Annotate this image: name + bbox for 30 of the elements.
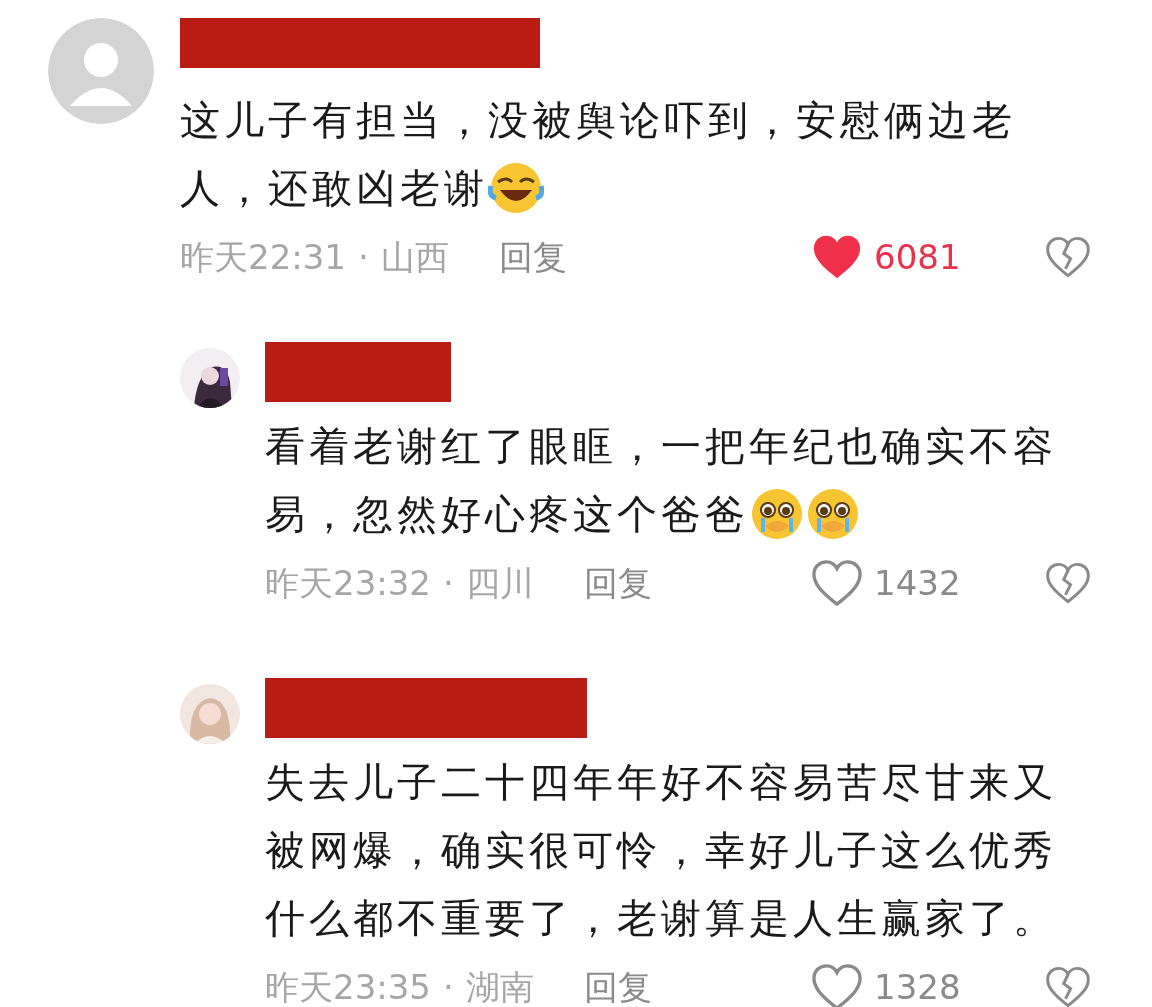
crying-emoji-icon (749, 486, 805, 542)
comment-text-line: 人，还敢凶老谢 (180, 164, 488, 213)
crying-emoji-icon (805, 486, 861, 542)
like-count: 1328 (874, 965, 962, 1007)
location: 山西 (380, 235, 449, 279)
comment-text-line: 这儿子有担当，没被舆论吓到，安慰俩边老 (180, 96, 1016, 145)
heart-icon[interactable] (810, 558, 864, 608)
laughing-emoji-icon (488, 160, 544, 216)
comment-text-line: 易，忽然好心疼这个爸爸 (265, 490, 749, 539)
timestamp: 昨天23:32 (265, 561, 431, 605)
broken-heart-icon[interactable] (1044, 235, 1092, 279)
comment-text-line: 失去儿子二十四年年好不容易苦尽甘来又 (265, 758, 1057, 807)
comment-text-line: 什么都不重要了，老谢算是人生赢家了。 (265, 894, 1057, 943)
like-count: 6081 (874, 235, 962, 279)
location: 湖南 (465, 965, 534, 1007)
comment-text-line: 被网爆，确实很可怜，幸好儿子这么优秀 (265, 826, 1057, 875)
reply-button[interactable]: 回复 (583, 557, 652, 609)
separator-dot: · (443, 965, 454, 1007)
separator-dot: · (443, 561, 454, 605)
broken-heart-icon[interactable] (1044, 561, 1092, 605)
timestamp: 昨天22:31 (180, 235, 346, 279)
location: 四川 (465, 561, 534, 605)
comment-text-line: 看着老谢红了眼眶，一把年纪也确实不容 (265, 422, 1057, 471)
reply-button[interactable]: 回复 (498, 231, 567, 283)
heart-icon[interactable] (810, 962, 864, 1007)
reply-button[interactable]: 回复 (583, 961, 652, 1007)
like-count: 1432 (874, 561, 962, 605)
broken-heart-icon[interactable] (1044, 965, 1092, 1007)
separator-dot: · (358, 235, 369, 279)
timestamp: 昨天23:35 (265, 965, 431, 1007)
